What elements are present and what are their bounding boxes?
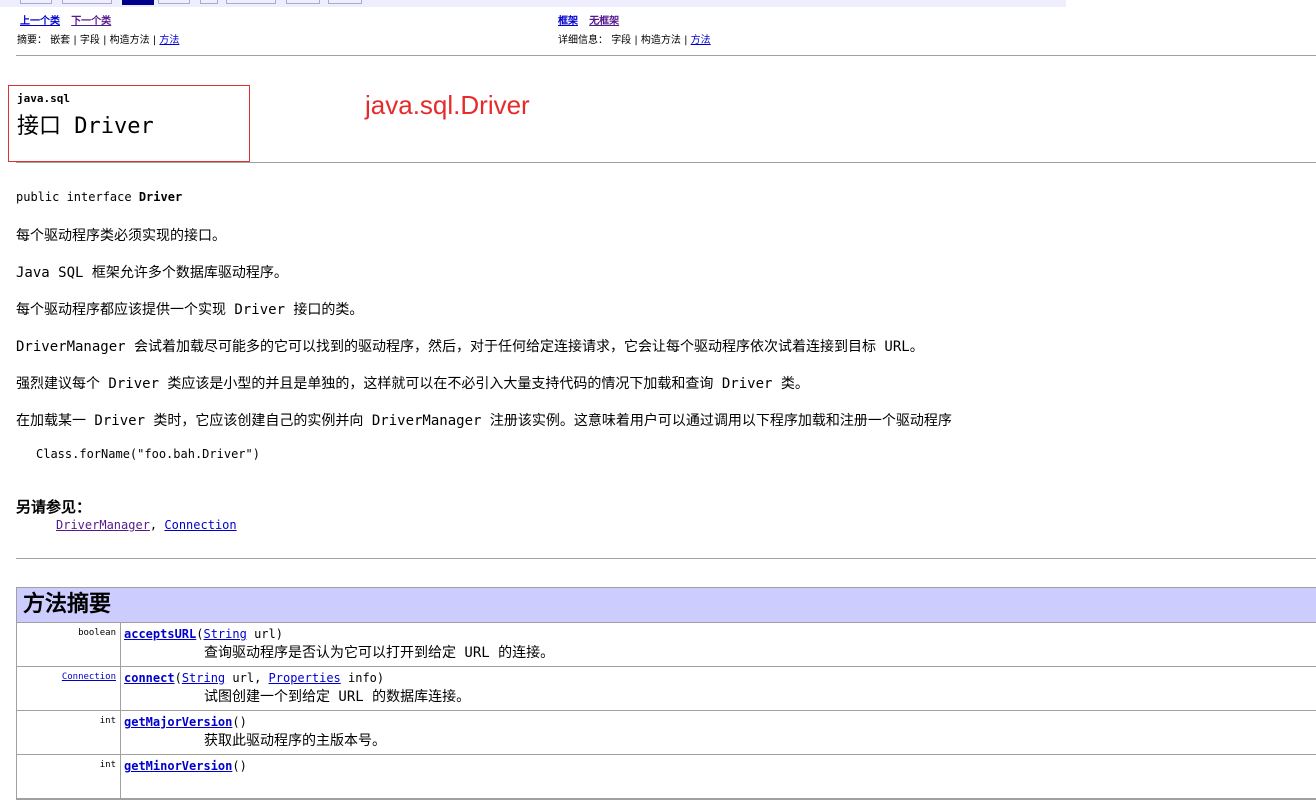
- method-summary-table: 方法摘要 boolean acceptsURL(String url) 查询驱动…: [16, 587, 1316, 800]
- declaration-prefix: public interface: [16, 190, 139, 204]
- method-description: 试图创建一个到给定 URL 的数据库连接。: [204, 689, 471, 705]
- summary-field: 字段: [79, 35, 100, 46]
- param-type-link[interactable]: Properties: [269, 671, 341, 685]
- table-row: Connection connect(String url, Propertie…: [17, 667, 1316, 711]
- nav-tab-deprecated[interactable]: [226, 0, 276, 4]
- separator: |: [70, 35, 80, 46]
- prev-class-link[interactable]: 上一个类: [20, 16, 60, 27]
- declaration-name: Driver: [138, 190, 183, 204]
- method-link-getmajorversion[interactable]: getMajorVersion: [124, 715, 232, 729]
- param-name: url,: [225, 671, 269, 685]
- nav-tab-index[interactable]: [286, 0, 320, 4]
- param-name: url: [246, 627, 276, 641]
- summary-label: 摘要：: [17, 35, 47, 46]
- method-cell: acceptsURL(String url) 查询驱动程序是否认为它可以打开到给…: [121, 623, 554, 666]
- table-row: int getMinorVersion(): [17, 755, 1316, 799]
- separator: |: [99, 35, 110, 46]
- nav-tab-tree[interactable]: [200, 0, 218, 4]
- method-cell: connect(String url, Properties info) 试图创…: [121, 667, 470, 710]
- next-class-link[interactable]: 下一个类: [71, 16, 111, 27]
- summary-navigation: 摘要： 嵌套 | 字段 | 构造方法 | 方法: [17, 31, 179, 46]
- divider: [16, 55, 1316, 56]
- method-cell: getMinorVersion(): [121, 755, 247, 798]
- description-paragraph: 每个驱动程序都应该提供一个实现 Driver 接口的类。: [16, 302, 364, 318]
- return-type: boolean: [17, 623, 121, 666]
- table-row: int getMajorVersion() 获取此驱动程序的主版本号。: [17, 711, 1316, 755]
- frame-navigation: 框架 无框架: [558, 12, 627, 27]
- frames-link[interactable]: 框架: [558, 16, 578, 27]
- see-also-links: DriverManager, Connection: [56, 518, 237, 532]
- param-name: info: [340, 671, 377, 685]
- method-description: 获取此驱动程序的主版本号。: [204, 733, 386, 749]
- connection-link[interactable]: Connection: [164, 518, 236, 532]
- separator: |: [631, 35, 641, 46]
- table-row: boolean acceptsURL(String url) 查询驱动程序是否认…: [17, 623, 1316, 667]
- detail-ctor: 构造方法: [640, 35, 681, 46]
- detail-navigation: 详细信息： 字段 | 构造方法 | 方法: [558, 31, 711, 46]
- description-paragraph: DriverManager 会试着加载尽可能多的它可以找到的驱动程序，然后，对于…: [16, 339, 924, 355]
- detail-method-link[interactable]: 方法: [691, 35, 711, 46]
- summary-ctor: 构造方法: [109, 35, 150, 46]
- detail-field: 字段: [611, 35, 632, 46]
- description-paragraph: 在加载某一 Driver 类时，它应该创建自己的实例并向 DriverManag…: [16, 413, 952, 429]
- detail-label: 详细信息：: [558, 35, 608, 46]
- return-type: int: [17, 755, 121, 798]
- description-paragraph: 每个驱动程序类必须实现的接口。: [16, 228, 226, 244]
- separator: |: [680, 35, 691, 46]
- page-title: 接口 Driver: [17, 114, 154, 139]
- interface-declaration: public interface Driver: [16, 190, 182, 204]
- method-cell: getMajorVersion() 获取此驱动程序的主版本号。: [121, 711, 386, 754]
- method-link-acceptsurl[interactable]: acceptsURL: [124, 627, 196, 641]
- separator: |: [149, 35, 160, 46]
- paren: (: [174, 671, 182, 685]
- param-type-link[interactable]: String: [203, 627, 246, 641]
- param-type-link[interactable]: String: [182, 671, 225, 685]
- method-description: 查询驱动程序是否认为它可以打开到给定 URL 的连接。: [204, 645, 555, 661]
- divider: [16, 162, 1316, 163]
- nav-tab-overview[interactable]: [20, 0, 52, 4]
- return-type-link[interactable]: Connection: [62, 672, 116, 682]
- description-paragraph: 强烈建议每个 Driver 类应该是小型的并且是单独的，这样就可以在不必引入大量…: [16, 376, 809, 392]
- separator: ,: [149, 518, 165, 532]
- paren: (): [232, 715, 247, 729]
- return-type: Connection: [17, 667, 121, 710]
- nav-tab-help[interactable]: [328, 0, 362, 4]
- description-paragraph: Java SQL 框架允许多个数据库驱动程序。: [16, 265, 288, 281]
- method-link-getminorversion[interactable]: getMinorVersion: [124, 759, 232, 773]
- see-also-heading: 另请参见：: [16, 498, 92, 516]
- nav-tab-package[interactable]: [62, 0, 112, 4]
- package-name: java.sql: [17, 92, 70, 105]
- paren: ): [275, 627, 283, 641]
- top-nav-bar: [0, 0, 1066, 7]
- annotation-text: java.sql.Driver: [365, 90, 530, 120]
- code-example: Class.forName("foo.bah.Driver"): [36, 447, 260, 461]
- method-summary-title: 方法摘要: [17, 588, 1316, 623]
- paren: (): [232, 759, 247, 773]
- summary-nested: 嵌套: [50, 35, 71, 46]
- no-frames-link[interactable]: 无框架: [589, 16, 619, 27]
- drivermanager-link[interactable]: DriverManager: [56, 518, 150, 532]
- paren: ): [376, 671, 385, 685]
- return-type: int: [17, 711, 121, 754]
- summary-method-link[interactable]: 方法: [159, 35, 179, 46]
- nav-tab-use[interactable]: [158, 0, 190, 4]
- method-link-connect[interactable]: connect: [124, 671, 175, 685]
- nav-tab-class[interactable]: [122, 0, 154, 5]
- divider: [16, 558, 1316, 559]
- class-navigation: 上一个类 下一个类: [20, 12, 119, 27]
